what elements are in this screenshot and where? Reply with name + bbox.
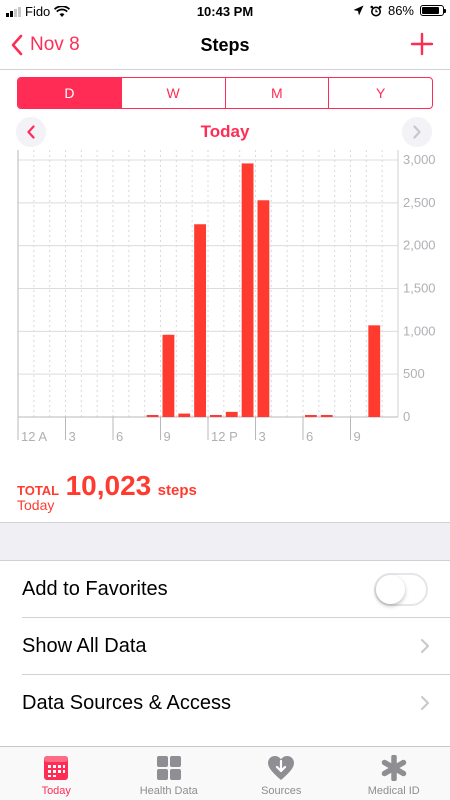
bar-hour-12	[210, 415, 222, 417]
bar-hour-18	[305, 415, 317, 417]
chart-date-label: Nov 8	[18, 447, 52, 450]
bar-hour-9	[162, 334, 175, 417]
section-spacer	[0, 523, 450, 561]
page-title: Steps	[200, 35, 250, 55]
y-tick-label: 500	[403, 366, 425, 381]
tab-sources[interactable]: Sources	[225, 747, 338, 800]
date-navigation: Today	[0, 116, 450, 148]
x-tick-label: 6	[116, 429, 123, 444]
status-right: 86%	[353, 3, 446, 18]
data-sources-row[interactable]: Data Sources & Access	[0, 675, 450, 732]
bar-hour-14	[241, 163, 254, 417]
tab-today-label: Today	[41, 785, 71, 797]
navigation-bar: Nov 8 Steps	[0, 22, 450, 70]
total-period: Today	[17, 497, 55, 513]
tab-sources-label: Sources	[261, 785, 302, 797]
show-all-data-row[interactable]: Show All Data	[0, 618, 450, 675]
segment-week[interactable]: W	[122, 78, 226, 108]
x-tick-label: 9	[164, 429, 171, 444]
x-tick-label: 12 A	[21, 429, 47, 444]
bar-hour-11	[194, 224, 206, 417]
period-segmented-control: D W M Y	[17, 77, 433, 109]
tab-today[interactable]: Today	[0, 747, 113, 800]
nav-divider	[0, 69, 450, 70]
bar-hour-13	[225, 411, 238, 417]
segment-month[interactable]: M	[226, 78, 330, 108]
tab-medical-id[interactable]: Medical ID	[338, 747, 450, 800]
tab-bar: Today Health Data Sources Medical ID	[0, 746, 450, 800]
show-all-data-label: Show All Data	[22, 635, 147, 657]
bar-hour-19	[320, 415, 333, 417]
total-label: TOTAL	[17, 483, 60, 498]
tab-health-data[interactable]: Health Data	[113, 747, 226, 800]
tab-health-data-label: Health Data	[139, 785, 198, 797]
add-to-favorites-label: Add to Favorites	[22, 578, 168, 600]
date-label: Today	[200, 122, 250, 141]
alarm-clock-icon	[370, 5, 382, 16]
favorites-toggle[interactable]	[374, 573, 428, 606]
x-tick-label: 3	[69, 429, 76, 444]
battery-percent: 86%	[387, 3, 414, 18]
toggle-knob	[376, 575, 405, 604]
grid-icon	[156, 756, 181, 780]
add-to-favorites-row: Add to Favorites	[0, 561, 450, 618]
bar-hour-15	[257, 200, 270, 417]
chevron-right-icon	[413, 125, 421, 139]
status-bar: Fido 10:43 PM 86%	[0, 0, 450, 22]
calendar-icon	[44, 756, 69, 780]
battery-fill	[422, 7, 440, 14]
y-tick-label: 3,000	[403, 152, 436, 167]
x-tick-label: 6	[306, 429, 313, 444]
chevron-right-icon	[421, 696, 429, 710]
steps-bar-chart[interactable]: 0 500 1,000 1,500 2,000 2,500 3,000 12 A 3 6 9 12 P…	[0, 150, 450, 450]
y-tick-label: 1,500	[403, 281, 436, 296]
y-tick-label: 2,500	[403, 195, 436, 210]
x-tick-label: 12 P	[211, 429, 238, 444]
bar-hour-10	[178, 413, 191, 417]
segment-day[interactable]: D	[18, 78, 122, 108]
asterisk-icon	[381, 755, 406, 781]
x-tick-label: 3	[259, 429, 266, 444]
tab-medical-id-label: Medical ID	[367, 785, 420, 797]
total-value: 10,023	[65, 470, 152, 501]
bar-hour-22	[368, 325, 381, 417]
location-arrow-icon	[353, 5, 364, 16]
battery-icon	[420, 5, 446, 16]
chevron-right-icon	[421, 639, 429, 653]
segment-year[interactable]: Y	[329, 78, 432, 108]
y-tick-label: 1,000	[403, 323, 436, 338]
x-tick-label: 9	[354, 429, 361, 444]
total-unit: steps	[157, 482, 197, 499]
y-tick-label: 0	[403, 409, 410, 424]
data-sources-label: Data Sources & Access	[22, 692, 231, 714]
next-day-button[interactable]	[402, 117, 432, 147]
heart-download-icon	[268, 756, 295, 780]
y-tick-label: 2,000	[403, 238, 436, 253]
add-data-button[interactable]	[408, 30, 436, 58]
bar-hour-8	[146, 415, 159, 417]
